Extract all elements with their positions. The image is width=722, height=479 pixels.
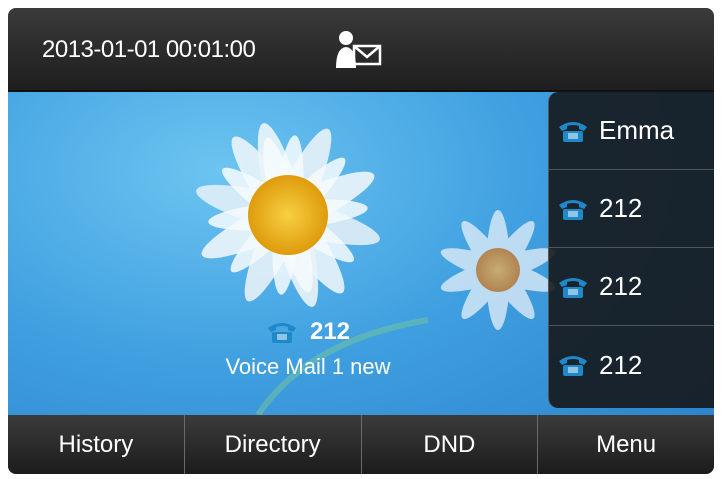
account-label: 212 bbox=[599, 349, 643, 380]
voicemail-number: 212 bbox=[309, 318, 351, 345]
voicemail-label: Voice Mail 1 new bbox=[225, 354, 391, 379]
date-time: 2013-01-01 00:01:00 bbox=[42, 36, 256, 63]
phone-icon bbox=[559, 199, 587, 220]
menu-softkey[interactable]: Menu bbox=[537, 415, 714, 474]
account-key-3[interactable]: 212 bbox=[549, 248, 714, 326]
account-label: 212 bbox=[599, 193, 643, 223]
phone-icon bbox=[267, 323, 296, 343]
history-softkey[interactable]: History bbox=[8, 415, 184, 474]
softkey-bar: History Directory DND Menu bbox=[8, 415, 714, 474]
account-key-1[interactable]: Emma bbox=[549, 92, 714, 170]
phone-icon bbox=[559, 121, 587, 142]
voicemail-number-row: 212 bbox=[188, 318, 428, 346]
phone-icon bbox=[559, 356, 587, 376]
directory-softkey[interactable]: Directory bbox=[183, 415, 361, 474]
dnd-softkey[interactable]: DND bbox=[360, 415, 538, 474]
account-list: Emma 212 212 212 bbox=[548, 92, 714, 408]
account-key-4[interactable]: 212 bbox=[549, 326, 714, 404]
status-bar: 2013-01-01 00:01:00 bbox=[8, 8, 714, 92]
contact-message-icon bbox=[330, 28, 390, 72]
voicemail-notice[interactable]: 212 Voice Mail 1 new bbox=[188, 318, 428, 380]
phone-screen: 2013-01-01 00:01:00 Emma 212 212 212 212… bbox=[8, 8, 714, 474]
account-label: 212 bbox=[599, 271, 643, 301]
account-label: Emma bbox=[599, 115, 675, 145]
account-key-2[interactable]: 212 bbox=[549, 170, 714, 248]
phone-icon bbox=[559, 277, 587, 298]
